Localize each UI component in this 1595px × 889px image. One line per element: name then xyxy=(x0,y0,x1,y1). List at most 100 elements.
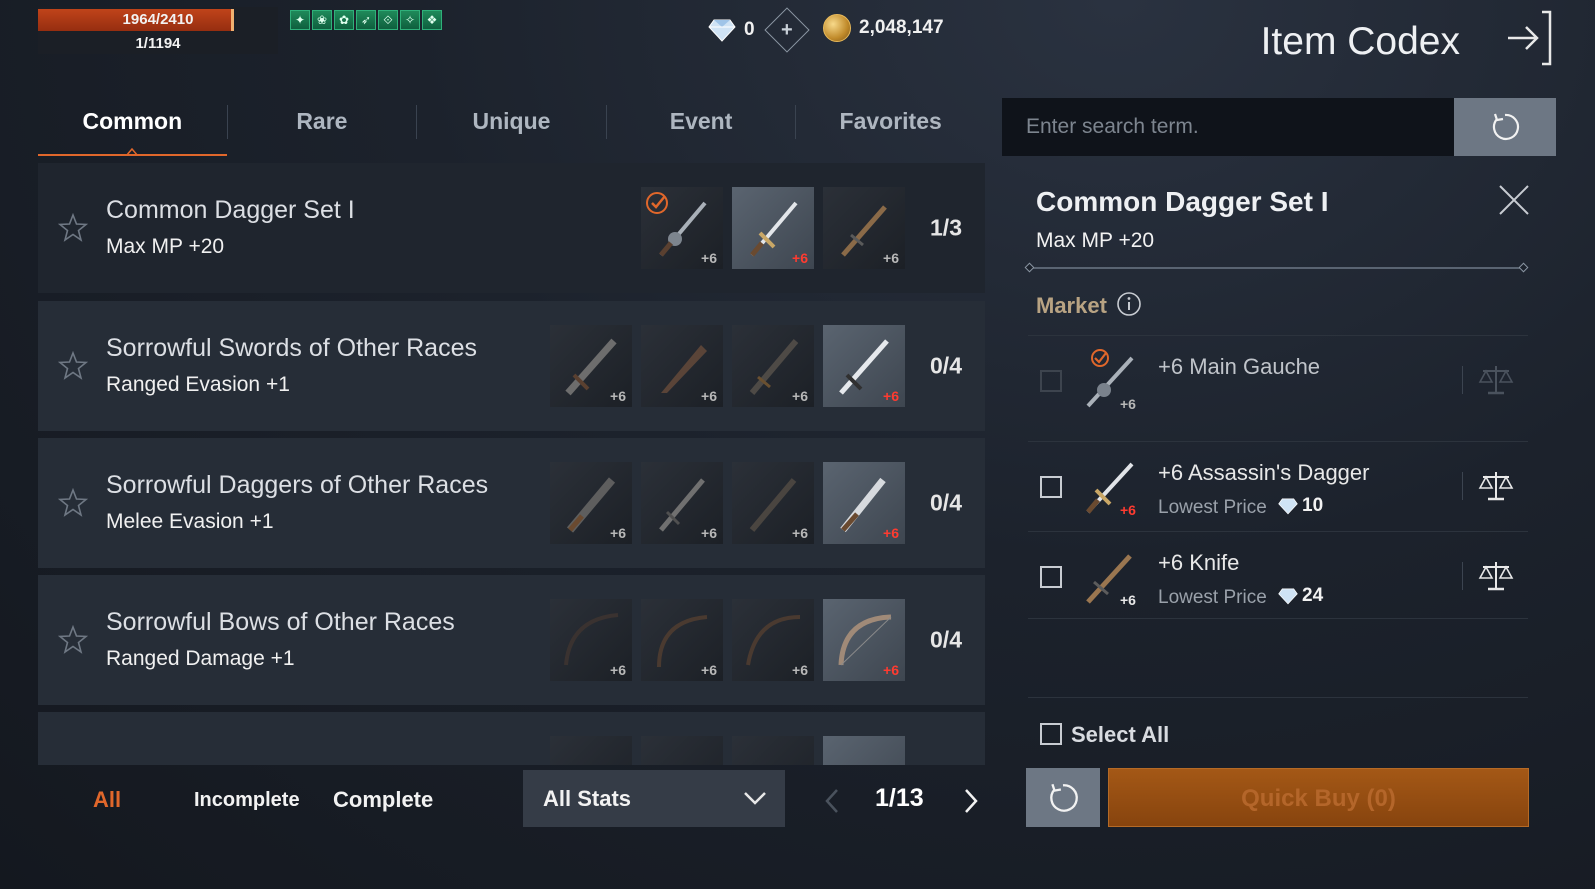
mp-text: 1/1194 xyxy=(135,35,181,52)
buff-bar: ✦ ❀ ✿ ➶ ⟐ ✧ ❖ xyxy=(290,10,442,30)
filter-incomplete[interactable]: Incomplete xyxy=(194,789,300,812)
item-slot[interactable] xyxy=(550,736,632,765)
item-slot[interactable]: +6 xyxy=(550,462,632,544)
select-all-label[interactable]: Select All xyxy=(1071,722,1169,748)
item-slot[interactable]: +6 xyxy=(641,599,723,681)
item-slot[interactable] xyxy=(641,736,723,765)
gem-currency: 0 + xyxy=(708,7,810,53)
item-slot[interactable]: +6 xyxy=(641,187,723,269)
filter-all[interactable]: All xyxy=(93,787,121,813)
stats-dropdown[interactable]: All Stats xyxy=(523,770,785,827)
buff-1-icon[interactable]: ✦ xyxy=(290,10,310,30)
diamond-icon xyxy=(1278,588,1298,605)
set-progress: 1/3 xyxy=(930,214,962,241)
item-slot[interactable]: +6 xyxy=(641,462,723,544)
page-indicator: 1/13 xyxy=(875,784,924,812)
tab-event[interactable]: Event xyxy=(607,98,796,156)
filter-complete[interactable]: Complete xyxy=(333,787,433,813)
item-slot[interactable]: +6 xyxy=(823,325,905,407)
market-item: +6 +6 Main Gauche xyxy=(1028,335,1528,423)
tab-common[interactable]: Common xyxy=(38,98,227,156)
item-slot[interactable]: +6 xyxy=(732,325,814,407)
tab-unique[interactable]: Unique xyxy=(417,98,606,156)
buff-2-icon[interactable]: ❀ xyxy=(312,10,332,30)
item-checkbox[interactable] xyxy=(1040,476,1062,498)
diamond-icon xyxy=(1278,498,1298,515)
item-slot[interactable] xyxy=(732,736,814,765)
set-row[interactable]: Sorrowful Bows of Other Races Ranged Dam… xyxy=(38,575,985,705)
item-name: +6 Assassin's Dagger xyxy=(1158,460,1370,485)
enhance-level: +6 xyxy=(610,662,626,678)
lowest-price: 24 xyxy=(1278,585,1323,607)
item-slot[interactable]: +6 xyxy=(732,599,814,681)
enhance-level: +6 xyxy=(701,662,717,678)
exit-icon[interactable] xyxy=(1508,10,1556,66)
gold-coin-icon xyxy=(823,14,851,42)
tab-rare[interactable]: Rare xyxy=(228,98,417,156)
select-all-checkbox[interactable] xyxy=(1040,723,1062,745)
buff-3-icon[interactable]: ✿ xyxy=(334,10,354,30)
enhance-level: +6 xyxy=(1120,502,1136,518)
item-checkbox[interactable] xyxy=(1040,566,1062,588)
set-stat: Ranged Evasion +1 xyxy=(106,373,290,396)
set-row[interactable]: Common Dagger Set I Max MP +20 +6 +6 +6 … xyxy=(38,163,985,293)
enhance-level: +6 xyxy=(883,388,899,404)
item-slot[interactable] xyxy=(823,736,905,765)
refresh-icon xyxy=(1050,783,1078,812)
item-slot[interactable]: +6 xyxy=(823,462,905,544)
gold-count: 2,048,147 xyxy=(859,17,944,38)
buff-4-icon[interactable]: ➶ xyxy=(356,10,376,30)
scale-icon[interactable] xyxy=(1478,468,1514,504)
set-stat: Melee Evasion +1 xyxy=(106,510,274,533)
enhance-level: +6 xyxy=(883,662,899,678)
item-slots: +6 +6 +6 +6 xyxy=(550,325,905,407)
dropdown-value: All Stats xyxy=(543,785,632,811)
item-slot[interactable]: +6 xyxy=(550,599,632,681)
close-icon[interactable] xyxy=(1497,183,1531,217)
favorite-star-icon[interactable] xyxy=(58,625,88,655)
search-input[interactable]: Enter search term. xyxy=(1002,98,1454,156)
item-slots: +6 +6 +6 xyxy=(641,187,905,269)
set-row[interactable] xyxy=(38,712,985,765)
add-gems-button[interactable]: + xyxy=(763,7,810,53)
chevron-right-icon[interactable] xyxy=(962,788,980,814)
market-item[interactable]: +6 +6 Assassin's Dagger Lowest Price 10 xyxy=(1028,441,1528,529)
panel-divider xyxy=(1028,697,1528,698)
divider-end xyxy=(1518,262,1529,273)
set-title: Sorrowful Swords of Other Races xyxy=(106,334,477,362)
market-item[interactable]: +6 +6 Knife Lowest Price 24 xyxy=(1028,531,1528,619)
item-slot[interactable]: +6 xyxy=(641,325,723,407)
buff-5-icon[interactable]: ⟐ xyxy=(378,10,398,30)
set-row[interactable]: Sorrowful Swords of Other Races Ranged E… xyxy=(38,301,985,431)
market-label: Market xyxy=(1036,293,1107,318)
item-slot[interactable]: +6 xyxy=(823,187,905,269)
item-slot[interactable]: +6 xyxy=(550,325,632,407)
buff-6-icon[interactable]: ✧ xyxy=(400,10,420,30)
search-button[interactable] xyxy=(1454,98,1556,156)
item-name: +6 Knife xyxy=(1158,550,1240,575)
item-slot[interactable]: +6 xyxy=(732,187,814,269)
caret-up-icon xyxy=(126,148,139,156)
set-progress: 0/4 xyxy=(930,489,962,516)
favorite-star-icon[interactable] xyxy=(58,351,88,381)
buff-7-icon[interactable]: ❖ xyxy=(422,10,442,30)
row-divider xyxy=(1462,562,1463,590)
set-row[interactable]: Sorrowful Daggers of Other Races Melee E… xyxy=(38,438,985,568)
set-stat: Ranged Damage +1 xyxy=(106,647,295,670)
refresh-market-button[interactable] xyxy=(1026,768,1100,827)
plus-icon: + xyxy=(780,19,793,41)
set-title: Common Dagger Set I xyxy=(106,196,355,224)
quick-buy-button[interactable]: Quick Buy (0) xyxy=(1108,768,1529,827)
favorite-star-icon[interactable] xyxy=(58,488,88,518)
item-slot[interactable]: +6 xyxy=(732,462,814,544)
diamond-icon xyxy=(708,19,736,42)
enhance-level: +6 xyxy=(883,525,899,541)
favorite-star-icon[interactable] xyxy=(58,213,88,243)
info-icon[interactable] xyxy=(1116,291,1142,317)
tab-favorites[interactable]: Favorites xyxy=(796,98,985,156)
chevron-left-icon[interactable] xyxy=(823,788,841,814)
item-slot[interactable]: +6 xyxy=(823,599,905,681)
enhance-level: +6 xyxy=(610,525,626,541)
item-slots: +6 +6 +6 +6 xyxy=(550,462,905,544)
scale-icon[interactable] xyxy=(1478,558,1514,594)
